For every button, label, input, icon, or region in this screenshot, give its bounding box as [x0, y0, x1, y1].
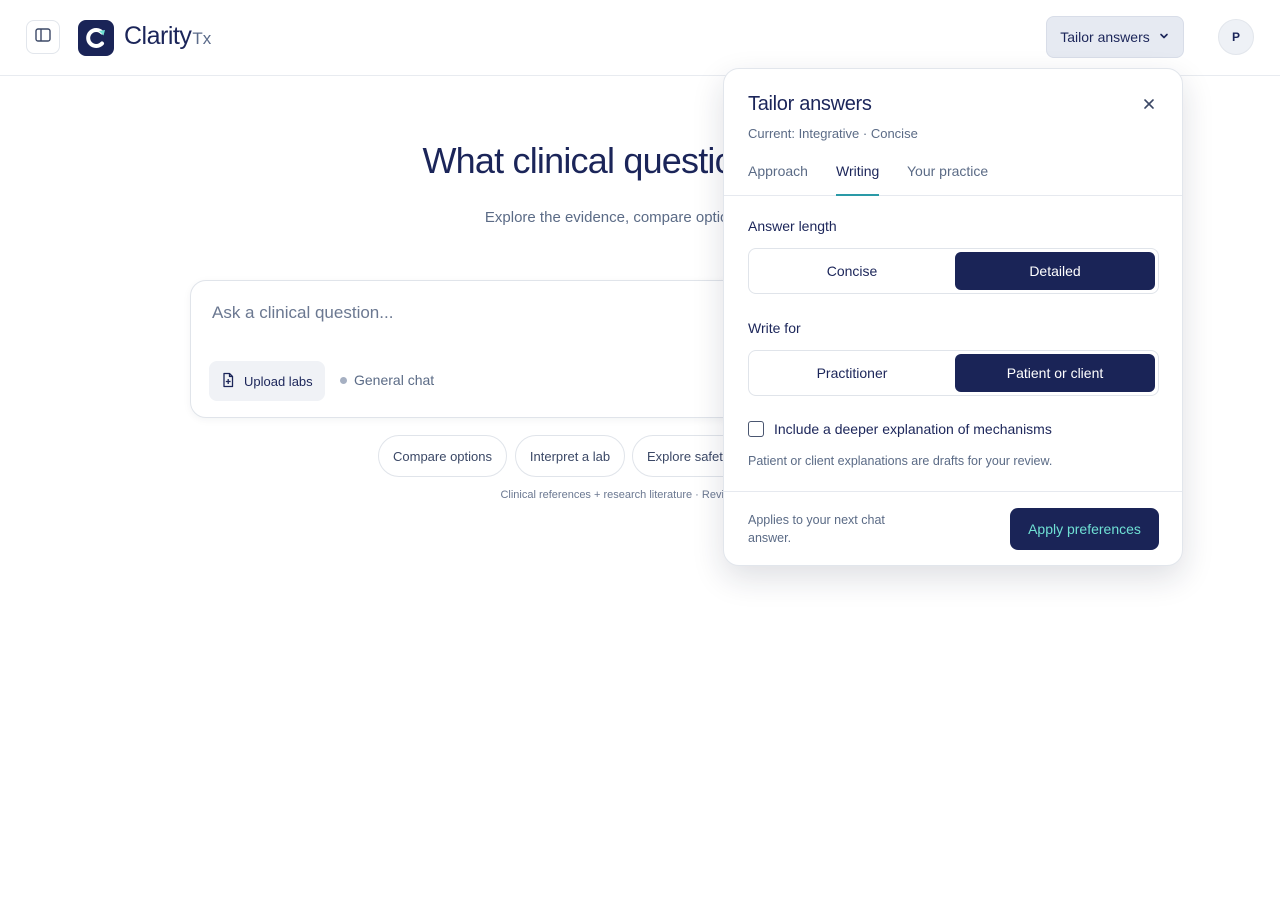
write-for-practitioner[interactable]: Practitioner: [752, 354, 952, 392]
suggestion-compare-options[interactable]: Compare options: [378, 435, 507, 477]
applies-note: Applies to your next chat answer.: [748, 513, 885, 545]
app-logo-text: ClarityTx: [124, 22, 211, 51]
popover-divider: [724, 491, 1182, 492]
logo-name: Clarity: [124, 22, 192, 50]
tailor-answers-label: Tailor answers: [1060, 29, 1150, 45]
tab-approach[interactable]: Approach: [748, 163, 808, 196]
answer-length-toggle: Concise Detailed: [748, 248, 1159, 294]
answer-length-concise[interactable]: Concise: [752, 252, 952, 290]
file-upload-icon: [220, 372, 236, 391]
upload-labs-button[interactable]: Upload labs: [209, 361, 325, 401]
tailor-answers-popover: Tailor answers Current: Integrative · Co…: [723, 68, 1183, 566]
answer-length-detailed[interactable]: Detailed: [955, 252, 1155, 290]
tailor-answers-button[interactable]: Tailor answers: [1046, 16, 1184, 58]
chat-mode-label: General chat: [354, 372, 435, 388]
write-for-patient[interactable]: Patient or client: [955, 354, 1155, 392]
tab-your-practice[interactable]: Your practice: [907, 163, 988, 196]
upload-labs-label: Upload labs: [244, 373, 313, 389]
top-header: ClarityTx Tailor answers P: [0, 0, 1280, 76]
chevron-down-icon: [1158, 29, 1170, 45]
mechanisms-checkbox-label: Include a deeper explanation of mechanis…: [774, 421, 1052, 437]
sidebar-toggle-button[interactable]: [26, 20, 60, 54]
tab-writing[interactable]: Writing: [836, 163, 880, 196]
mechanisms-checkbox[interactable]: [748, 421, 764, 437]
close-button[interactable]: [1138, 95, 1160, 117]
logo-suffix: Tx: [192, 29, 212, 48]
mode-status-dot: [340, 376, 347, 384]
sidebar-icon: [34, 26, 52, 49]
write-for-label: Write for: [748, 320, 801, 336]
review-hint: Patient or client explanations are draft…: [748, 454, 1053, 468]
popover-title: Tailor answers: [748, 93, 872, 115]
app-page: ClarityTx Tailor answers P What clinical…: [0, 0, 1280, 900]
clarity-logo-icon[interactable]: [78, 20, 114, 56]
answer-length-label: Answer length: [748, 218, 837, 234]
close-icon: [1143, 97, 1155, 115]
apply-preferences-button[interactable]: Apply preferences: [1010, 508, 1159, 550]
chat-mode-selector[interactable]: General chat: [340, 372, 434, 388]
preference-tabs: Approach Writing Your practice: [724, 159, 1182, 196]
mechanisms-option[interactable]: Include a deeper explanation of mechanis…: [748, 421, 1052, 437]
current-preferences: Current: Integrative · Concise: [748, 126, 918, 141]
ask-input[interactable]: [212, 300, 812, 326]
avatar[interactable]: P: [1218, 19, 1254, 55]
write-for-toggle: Practitioner Patient or client: [748, 350, 1159, 396]
suggestion-interpret-lab[interactable]: Interpret a lab: [515, 435, 625, 477]
